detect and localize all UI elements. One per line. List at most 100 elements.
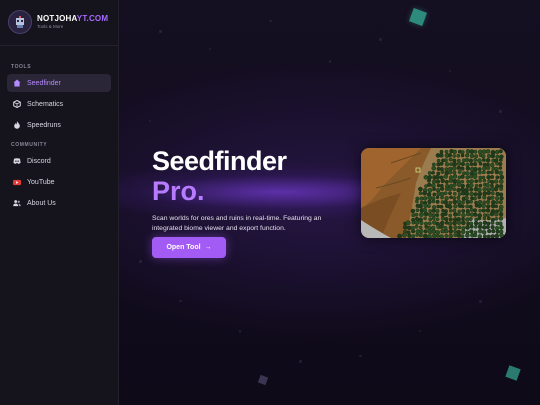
tree-marker bbox=[440, 216, 445, 221]
tree-marker bbox=[456, 153, 461, 158]
map-preview-image bbox=[361, 148, 506, 238]
sidebar-item-youtube[interactable]: YouTube bbox=[7, 173, 111, 191]
hero-title-accent: Pro. bbox=[152, 176, 205, 206]
tree-marker bbox=[456, 199, 462, 205]
tree-marker bbox=[431, 165, 436, 171]
tree-marker bbox=[447, 221, 453, 226]
tree-marker bbox=[469, 153, 475, 159]
tree-marker bbox=[498, 221, 503, 226]
tree-marker bbox=[482, 234, 487, 238]
tree-marker bbox=[490, 179, 495, 185]
tree-marker bbox=[482, 178, 487, 183]
tree-marker bbox=[428, 209, 432, 213]
tree-marker bbox=[452, 220, 457, 226]
tree-marker bbox=[482, 220, 488, 226]
tree-marker bbox=[478, 162, 483, 166]
tree-marker bbox=[452, 149, 457, 155]
tree-marker bbox=[461, 220, 466, 226]
tree-marker bbox=[494, 233, 500, 238]
avatar bbox=[8, 10, 32, 34]
tree-marker bbox=[469, 229, 474, 234]
tree-marker bbox=[415, 208, 420, 213]
tree-marker bbox=[436, 171, 441, 176]
tree-marker bbox=[411, 234, 416, 238]
tree-marker bbox=[460, 153, 465, 158]
background-particle bbox=[179, 300, 182, 302]
tree-marker bbox=[444, 234, 449, 238]
tree-marker bbox=[414, 224, 419, 229]
sidebar-item-label: YouTube bbox=[27, 178, 55, 186]
tree-marker bbox=[436, 183, 441, 188]
tree-marker bbox=[423, 229, 428, 234]
tree-marker bbox=[495, 175, 500, 180]
sidebar-item-label: Schematics bbox=[27, 100, 64, 108]
flame-icon bbox=[13, 121, 21, 129]
sidebar-item-seedfinder[interactable]: Seedfinder bbox=[7, 74, 111, 92]
tree-marker bbox=[465, 153, 470, 158]
tree-marker bbox=[477, 228, 483, 234]
users-icon bbox=[13, 199, 21, 207]
tree-marker bbox=[469, 191, 474, 197]
tree-marker bbox=[428, 217, 433, 222]
tree-marker bbox=[485, 208, 491, 213]
tree-marker bbox=[460, 150, 465, 155]
tree-marker bbox=[489, 211, 495, 217]
tree-marker bbox=[452, 191, 457, 196]
tree-marker bbox=[472, 208, 478, 213]
tree-marker bbox=[499, 174, 505, 180]
discord-icon bbox=[13, 157, 21, 165]
tree-marker bbox=[494, 217, 499, 221]
sidebar-item-speedruns[interactable]: Speedruns bbox=[7, 116, 111, 134]
tree-marker bbox=[447, 170, 453, 175]
tree-marker bbox=[482, 225, 487, 230]
sidebar-item-schematics[interactable]: Schematics bbox=[7, 95, 111, 113]
tree-marker bbox=[418, 233, 423, 238]
hero-description: Scan worlds for ores and ruins in real-t… bbox=[152, 215, 322, 232]
tree-marker bbox=[448, 217, 453, 222]
tree-marker bbox=[436, 204, 440, 209]
tree-marker bbox=[483, 213, 487, 218]
tree-marker bbox=[411, 213, 416, 218]
tree-marker bbox=[444, 216, 449, 222]
tree-marker bbox=[477, 195, 482, 200]
tree-marker bbox=[423, 216, 427, 221]
tree-marker bbox=[427, 195, 432, 201]
tree-marker bbox=[415, 199, 419, 204]
background-particle bbox=[139, 260, 142, 263]
floating-block-icon bbox=[257, 374, 269, 386]
floating-block-icon bbox=[409, 8, 427, 26]
tree-marker bbox=[477, 224, 483, 230]
tree-marker bbox=[405, 220, 411, 226]
tree-marker bbox=[469, 187, 474, 192]
tree-marker bbox=[498, 149, 503, 154]
tree-marker bbox=[490, 224, 495, 230]
tree-marker bbox=[448, 200, 453, 205]
tree-marker bbox=[460, 174, 465, 179]
tree-marker bbox=[402, 232, 407, 238]
tree-marker bbox=[485, 158, 491, 163]
seedfinder-map-preview[interactable] bbox=[361, 148, 506, 238]
sidebar-divider bbox=[0, 45, 118, 46]
tree-marker bbox=[474, 225, 478, 229]
tree-marker bbox=[443, 200, 449, 205]
tree-marker bbox=[461, 226, 466, 231]
open-tool-button[interactable]: Open Tool → bbox=[152, 237, 226, 258]
tree-marker bbox=[460, 161, 465, 167]
tree-marker bbox=[499, 186, 504, 191]
tree-marker bbox=[490, 220, 495, 225]
sidebar-item-about-us[interactable]: About Us bbox=[7, 194, 111, 212]
tree-marker bbox=[461, 229, 466, 235]
tree-marker bbox=[431, 216, 436, 221]
tree-marker bbox=[419, 200, 424, 205]
tree-marker bbox=[422, 207, 428, 213]
tree-marker bbox=[414, 220, 420, 225]
tree-marker bbox=[469, 149, 475, 154]
tree-marker bbox=[456, 220, 462, 225]
brand[interactable]: NOTJOHAYT.COM Tools & More bbox=[8, 8, 108, 36]
tree-marker bbox=[443, 174, 449, 179]
tree-marker bbox=[432, 187, 437, 191]
tree-marker bbox=[478, 183, 483, 188]
sidebar-item-discord[interactable]: Discord bbox=[7, 152, 111, 170]
tree-marker bbox=[477, 187, 482, 193]
tree-marker bbox=[402, 225, 408, 230]
